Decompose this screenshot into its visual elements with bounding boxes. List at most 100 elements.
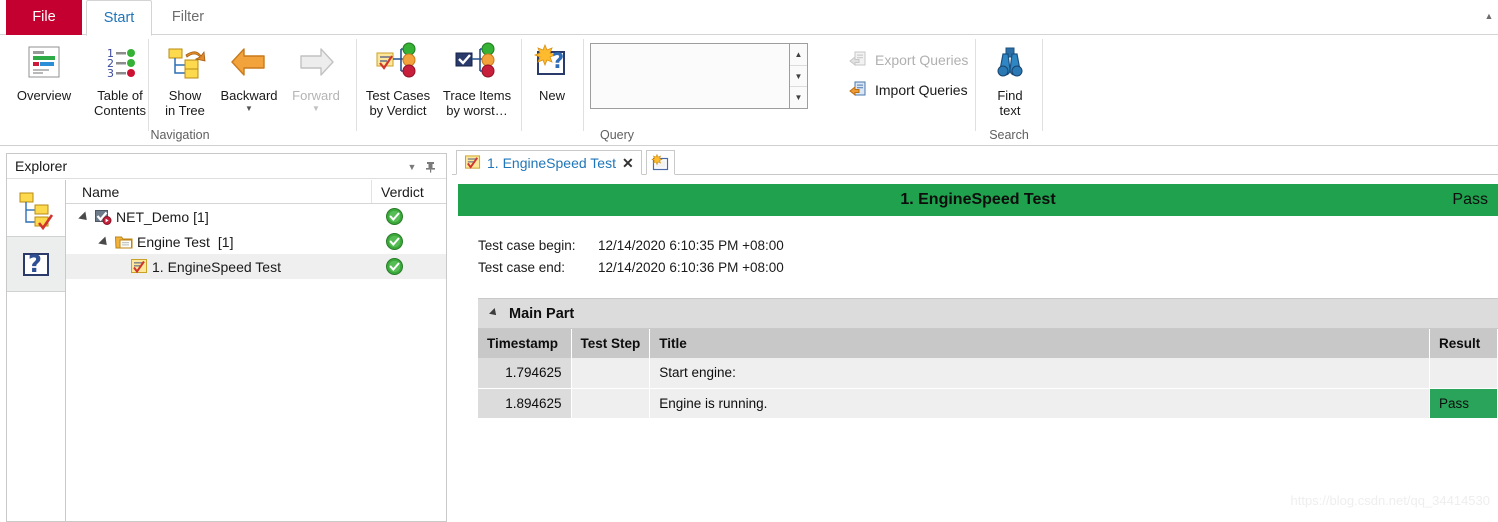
test-cases-by-verdict-label-1: Test Cases (365, 88, 431, 103)
ribbon-separator (521, 39, 522, 131)
tree-row-net-demo[interactable]: NET_Demo [1] (66, 204, 446, 229)
import-queries-icon (849, 80, 868, 99)
document-tab-enginespeed-test[interactable]: 1. EngineSpeed Test ✕ (456, 150, 642, 175)
tree-row-label: Engine Test (137, 233, 210, 250)
find-text-label-1: Find (997, 88, 1023, 103)
tree-view-button[interactable] (7, 182, 65, 237)
test-cases-by-verdict-label-2: by Verdict (369, 103, 427, 118)
overview-report-icon (6, 39, 82, 85)
ribbon-separator (148, 39, 149, 131)
tree-row-count: [1] (193, 208, 209, 225)
tree-row-enginespeed-test[interactable]: 1. EngineSpeed Test (66, 254, 446, 279)
query-scroll-up-icon[interactable]: ▲ (790, 44, 807, 66)
svg-text:3: 3 (107, 67, 114, 80)
ribbon-group-search: Find text Search (976, 35, 1042, 146)
tree-view-icon (15, 188, 57, 230)
import-queries-button[interactable]: Import Queries (849, 77, 979, 102)
cell-result: Pass (1429, 388, 1498, 419)
overview-button[interactable]: Overview (6, 39, 82, 103)
expand-collapse-icon[interactable] (100, 236, 111, 247)
trace-items-by-worst-button[interactable]: Trace Items by worst… (437, 39, 517, 118)
cell-test-step (571, 358, 651, 389)
explorer-title-label: Explorer (15, 158, 68, 174)
section-header[interactable]: Main Part (478, 299, 1498, 329)
cell-result (1429, 358, 1498, 389)
table-row[interactable]: 1.794625 Start engine: (478, 358, 1498, 389)
tree-header-row: Name Verdict (66, 180, 446, 204)
table-of-contents-button[interactable]: 1 2 3 Table of Contents (82, 39, 158, 118)
query-listbox-wrapper: ▲ ▼ ▼ (590, 35, 842, 127)
find-text-button[interactable]: Find text (982, 39, 1038, 118)
cell-title: Engine is running. (649, 388, 1430, 419)
query-scroll-more-icon[interactable]: ▼ (790, 87, 807, 108)
expand-collapse-icon[interactable] (80, 211, 91, 222)
pass-check-icon (386, 233, 403, 250)
question-document-icon: ? (16, 244, 56, 284)
ribbon-tab-filter[interactable]: Filter (155, 0, 221, 35)
trace-items-by-worst-label-2: by worst… (446, 103, 508, 118)
explorer-view-strip: ? (7, 180, 66, 521)
export-queries-button[interactable]: Export Queries (849, 47, 979, 72)
svg-text:?: ? (28, 250, 42, 278)
ribbon-tab-strip: File Start Filter ▲ (0, 0, 1498, 36)
ribbon-tab-file[interactable]: File (6, 0, 82, 35)
new-query-icon: ? (527, 39, 577, 85)
export-queries-label: Export Queries (875, 51, 969, 68)
forward-button[interactable]: Forward ▼ (283, 39, 349, 113)
project-icon (95, 209, 112, 225)
explorer-panel: Explorer ▼ ? Name Verdict NET_Demo [1] E… (6, 153, 447, 522)
ribbon-separator (1042, 39, 1043, 131)
forward-button-label: Forward (292, 88, 340, 103)
pass-check-icon (386, 258, 403, 275)
report-verdict: Pass (1452, 191, 1488, 208)
tree-row-engine-test[interactable]: Engine Test [1] (66, 229, 446, 254)
ribbon-group-navigation-label: Navigation (150, 128, 210, 142)
ribbon-separator (583, 39, 584, 131)
close-icon[interactable]: ✕ (622, 156, 634, 170)
arrow-right-icon (283, 39, 349, 85)
trace-items-by-worst-label-1: Trace Items (442, 88, 512, 103)
new-query-button[interactable]: ? New (527, 39, 577, 103)
explorer-tree: Name Verdict NET_Demo [1] Engine Test [1… (66, 180, 446, 521)
backward-dropdown-icon[interactable]: ▼ (215, 103, 283, 113)
show-in-tree-icon (155, 39, 215, 85)
watermark: https://blog.csdn.net/qq_34414530 (1290, 493, 1491, 508)
cell-title: Start engine: (649, 358, 1430, 389)
tree-row-verdict (372, 258, 446, 275)
report-banner: 1. EngineSpeed Test Pass (458, 184, 1498, 216)
tree-row-count: [1] (217, 233, 234, 250)
ribbon-group-navigation: Overview 1 2 3 Table of Contents Show in… (0, 35, 356, 146)
query-view-button[interactable]: ? (7, 237, 65, 292)
arrow-left-icon (215, 39, 283, 85)
document-tabstrip: 1. EngineSpeed Test ✕ (452, 147, 1498, 175)
binoculars-icon (982, 39, 1038, 85)
forward-dropdown-icon[interactable]: ▼ (283, 103, 349, 113)
metadata-key: Test case begin: (478, 237, 576, 253)
backward-button[interactable]: Backward ▼ (215, 39, 283, 113)
column-result: Result (1429, 329, 1498, 358)
cell-timestamp: 1.794625 (478, 358, 572, 389)
new-report-tab-button[interactable] (646, 150, 675, 175)
column-test-step: Test Step (571, 329, 651, 358)
query-listbox[interactable] (590, 43, 790, 109)
find-text-label-2: text (999, 103, 1021, 118)
pin-icon[interactable] (425, 161, 437, 173)
test-cases-by-verdict-button[interactable]: Test Cases by Verdict (359, 39, 437, 118)
table-of-contents-label-2: Contents (93, 103, 147, 118)
query-scroll-down-icon[interactable]: ▼ (790, 66, 807, 88)
table-of-contents-label-1: Table of (97, 88, 143, 103)
chevron-down-icon[interactable]: ▼ (406, 161, 418, 173)
show-in-tree-button[interactable]: Show in Tree (155, 39, 215, 118)
ribbon-tab-filter-label: Filter (171, 9, 205, 25)
ribbon-collapse-icon[interactable]: ▲ (1484, 11, 1494, 21)
tree-column-verdict[interactable]: Verdict (372, 180, 446, 203)
steps-table: Timestamp Test Step Title Result 1.79462… (478, 329, 1498, 419)
table-row[interactable]: 1.894625 Engine is running. Pass (478, 388, 1498, 419)
section-collapse-icon[interactable] (491, 309, 500, 318)
query-listbox-scrollbar[interactable]: ▲ ▼ ▼ (790, 43, 808, 109)
ribbon-tab-start[interactable]: Start (86, 0, 152, 36)
numbered-list-icon: 1 2 3 (82, 39, 158, 85)
ribbon-tab-start-label: Start (103, 10, 135, 26)
ribbon-group-query-label: Query (599, 128, 635, 142)
tree-column-name[interactable]: Name (66, 180, 372, 203)
